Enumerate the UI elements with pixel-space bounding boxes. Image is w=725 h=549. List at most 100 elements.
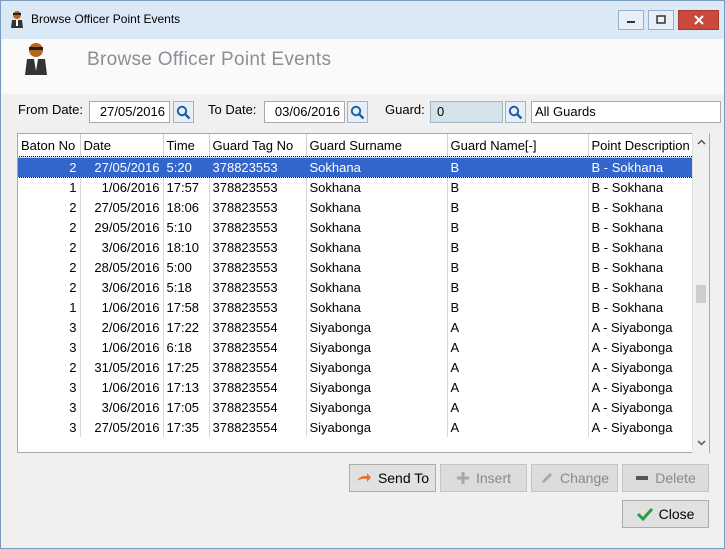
table-row[interactable]: 3 2/06/2016 17:22 378823554 Siyabonga A A - Si…: [18, 317, 694, 337]
table-cell: Siyabonga: [306, 397, 448, 417]
guard-name-input[interactable]: All Guards: [531, 101, 721, 123]
column-header[interactable]: Time: [163, 134, 210, 158]
magnifier-icon: [350, 105, 365, 119]
table-cell: 3: [18, 417, 81, 437]
scroll-down-button[interactable]: [693, 434, 710, 451]
vertical-scrollbar[interactable]: [692, 133, 709, 453]
table-cell: 18:06: [163, 197, 210, 217]
table-cell: Siyabonga: [306, 357, 448, 377]
table-cell: 1/06/2016: [80, 337, 164, 357]
change-label: Change: [559, 470, 610, 486]
events-grid[interactable]: Baton No Date Time Guard Tag No Guard Su…: [17, 133, 710, 453]
insert-label: Insert: [475, 470, 511, 486]
to-date-search-button[interactable]: [347, 101, 368, 123]
table-cell: 27/05/2016: [80, 157, 164, 177]
table-cell: B - Sokhana: [588, 217, 694, 237]
table-cell: 3/06/2016: [80, 277, 164, 297]
table-row[interactable]: 1 1/06/2016 17:58 378823553 Sokhana B B - Sokh…: [18, 297, 694, 317]
column-header[interactable]: Guard Tag No: [209, 134, 307, 158]
table-cell: 378823553: [209, 297, 307, 317]
table-cell: B: [447, 157, 589, 177]
column-header[interactable]: Point Description: [588, 134, 694, 158]
delete-label: Delete: [655, 470, 696, 486]
table-row[interactable]: 3 1/06/2016 17:13 378823554 Siyabonga A A - Si…: [18, 377, 694, 397]
table-cell: 378823553: [209, 157, 307, 177]
table-cell: Sokhana: [306, 257, 448, 277]
minimize-icon: [627, 21, 635, 23]
table-row[interactable]: 2 27/05/2016 5:20 378823553 Sokhana B B - Sokh…: [18, 156, 694, 178]
table-cell: A: [447, 357, 589, 377]
events-table: Baton No Date Time Guard Tag No Guard Su…: [18, 134, 694, 437]
table-cell: 2: [18, 157, 81, 177]
table-row[interactable]: 1 1/06/2016 17:57 378823553 Sokhana B B - Sokh…: [18, 177, 694, 197]
table-cell: 1/06/2016: [80, 177, 164, 197]
maximize-button[interactable]: [648, 10, 674, 30]
column-header[interactable]: Guard Name[-]: [447, 134, 589, 158]
table-cell: B: [447, 277, 589, 297]
table-row[interactable]: 2 31/05/2016 17:25 378823554 Siyabonga A A - S…: [18, 357, 694, 377]
table-cell: 378823554: [209, 357, 307, 377]
table-cell: Sokhana: [306, 277, 448, 297]
maximize-icon: [656, 15, 666, 24]
table-cell: 378823553: [209, 277, 307, 297]
table-cell: Sokhana: [306, 197, 448, 217]
table-row[interactable]: 2 3/06/2016 18:10 378823553 Sokhana B B - Sokh…: [18, 237, 694, 257]
table-cell: A: [447, 337, 589, 357]
table-cell: 5:00: [163, 257, 210, 277]
table-row[interactable]: 2 28/05/2016 5:00 378823553 Sokhana B B - Sokh…: [18, 257, 694, 277]
send-to-button[interactable]: Send To: [349, 464, 436, 492]
table-cell: 1/06/2016: [80, 297, 164, 317]
close-icon: [693, 15, 704, 25]
minimize-button[interactable]: [618, 10, 644, 30]
window-title: Browse Officer Point Events: [31, 12, 181, 26]
scroll-up-button[interactable]: [693, 133, 710, 150]
close-window-button[interactable]: [678, 10, 719, 30]
from-date-search-button[interactable]: [173, 101, 194, 123]
table-cell: 27/05/2016: [80, 417, 164, 437]
browse-window: Browse Officer Point Events Browse Offic…: [0, 0, 725, 549]
column-header[interactable]: Baton No: [18, 134, 81, 158]
table-cell: 3: [18, 337, 81, 357]
delete-button[interactable]: Delete: [622, 464, 709, 492]
table-cell: A - Siyabonga: [588, 397, 694, 417]
table-row[interactable]: 3 3/06/2016 17:05 378823554 Siyabonga A A - Si…: [18, 397, 694, 417]
table-cell: 27/05/2016: [80, 197, 164, 217]
table-cell: 378823554: [209, 337, 307, 357]
column-header[interactable]: Guard Surname: [306, 134, 448, 158]
table-cell: 378823553: [209, 197, 307, 217]
guard-input[interactable]: 0: [430, 101, 503, 123]
column-header[interactable]: Date: [80, 134, 164, 158]
table-cell: 2: [18, 357, 81, 377]
table-cell: B: [447, 217, 589, 237]
from-date-input[interactable]: 27/05/2016: [89, 101, 170, 123]
scroll-thumb[interactable]: [696, 285, 706, 303]
guard-search-button[interactable]: [505, 101, 526, 123]
magnifier-icon: [176, 105, 191, 119]
insert-button[interactable]: Insert: [440, 464, 527, 492]
table-row[interactable]: 2 3/06/2016 5:18 378823553 Sokhana B B - Sokha…: [18, 277, 694, 297]
table-cell: 29/05/2016: [80, 217, 164, 237]
table-cell: Sokhana: [306, 297, 448, 317]
table-cell: 2: [18, 277, 81, 297]
page-title: Browse Officer Point Events: [87, 49, 332, 70]
table-cell: 18:10: [163, 237, 210, 257]
table-cell: 2: [18, 197, 81, 217]
table-cell: B - Sokhana: [588, 277, 694, 297]
table-cell: 2: [18, 217, 81, 237]
table-cell: 5:18: [163, 277, 210, 297]
to-date-input[interactable]: 03/06/2016: [264, 101, 345, 123]
table-cell: B - Sokhana: [588, 237, 694, 257]
table-row[interactable]: 3 1/06/2016 6:18 378823554 Siyabonga A A - Siy…: [18, 337, 694, 357]
guard-label: Guard:: [385, 102, 425, 117]
table-cell: 1/06/2016: [80, 377, 164, 397]
table-cell: 2/06/2016: [80, 317, 164, 337]
table-row[interactable]: 2 29/05/2016 5:10 378823553 Sokhana B B - Sokh…: [18, 217, 694, 237]
table-row[interactable]: 2 27/05/2016 18:06 378823553 Sokhana B B - Sok…: [18, 197, 694, 217]
change-button[interactable]: Change: [531, 464, 618, 492]
title-bar[interactable]: Browse Officer Point Events: [1, 1, 724, 39]
table-cell: 17:05: [163, 397, 210, 417]
table-cell: Siyabonga: [306, 417, 448, 437]
table-cell: 2: [18, 257, 81, 277]
close-button[interactable]: Close: [622, 500, 709, 528]
table-row[interactable]: 3 27/05/2016 17:35 378823554 Siyabonga A A - S…: [18, 417, 694, 437]
